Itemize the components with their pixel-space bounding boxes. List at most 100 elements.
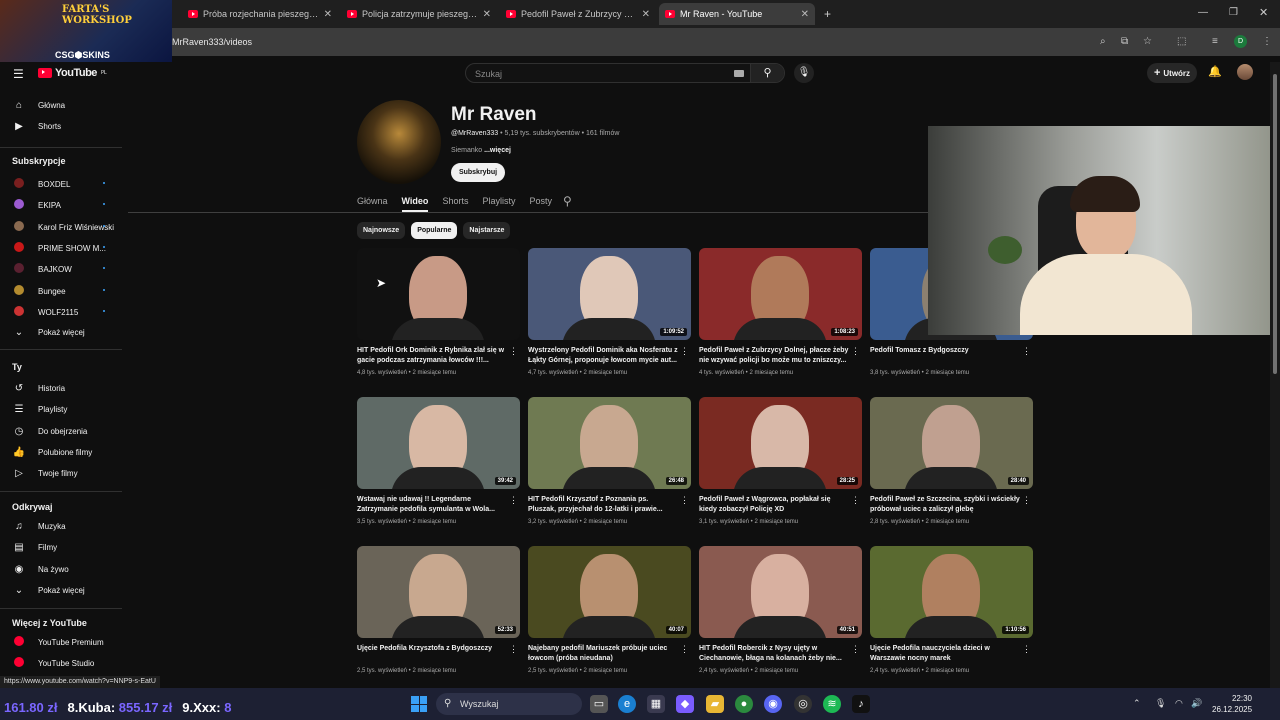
voice-search-icon[interactable]: 🎙 <box>794 63 814 83</box>
more-actions-icon[interactable]: ⋮ <box>851 644 860 655</box>
sidebar-item[interactable]: ▶ Shorts <box>12 121 61 132</box>
copilot-icon[interactable]: ◆ <box>676 695 694 713</box>
more-actions-icon[interactable]: ⋮ <box>851 495 860 506</box>
sidebar-item[interactable]: ☰ Playlisty <box>12 404 68 415</box>
video-thumbnail[interactable]: 39:42 <box>357 397 520 489</box>
install-icon[interactable]: ⧉ <box>1121 36 1128 47</box>
browser-tab[interactable]: Policja zatrzymuje pieszego na ✕ <box>341 3 497 25</box>
video-title[interactable]: Pedofil Paweł ze Szczecina, szybki i wśc… <box>870 495 1020 515</box>
sidebar-item[interactable]: ↺ Historia <box>12 383 65 394</box>
wifi-icon[interactable]: ◠ <box>1175 698 1183 709</box>
sidebar-item[interactable]: YouTube Studio <box>12 657 94 670</box>
sidebar-heading-subscriptions[interactable]: Subskrypcje <box>12 156 66 166</box>
reading-list-icon[interactable]: ≡ <box>1212 36 1218 47</box>
sidebar-item[interactable]: BAJKOW <box>12 263 72 276</box>
more-actions-icon[interactable]: ⋮ <box>680 346 689 357</box>
video-title[interactable]: Ujęcie Pedofila nauczyciela dzieci w War… <box>870 644 1020 664</box>
sort-chip[interactable]: Popularne <box>411 222 458 239</box>
browser-tab[interactable]: Pedofil Paweł z Zubrzycy Dolnej ✕ <box>500 3 656 25</box>
sort-chip[interactable]: Najnowsze <box>357 222 406 239</box>
channel-search-icon[interactable]: ⚲ <box>563 194 572 208</box>
video-thumbnail[interactable]: 28:25 <box>699 397 862 489</box>
chrome-icon[interactable]: ● <box>735 695 753 713</box>
video-title[interactable]: Ujęcie Pedofila Krzysztofa z Bydgoszczy <box>357 644 507 654</box>
obs-icon[interactable]: ◎ <box>794 695 812 713</box>
page-scrollbar[interactable] <box>1270 62 1280 688</box>
video-thumbnail[interactable]: 28:40 <box>870 397 1033 489</box>
search-button[interactable]: ⚲ <box>750 64 784 82</box>
sort-chip[interactable]: Najstarsze <box>463 222 511 239</box>
file-explorer-icon[interactable]: ▰ <box>706 695 724 713</box>
more-actions-icon[interactable]: ⋮ <box>680 644 689 655</box>
zoom-icon[interactable]: ⌕ <box>1100 36 1106 47</box>
more-actions-icon[interactable]: ⋮ <box>680 495 689 506</box>
sidebar-item[interactable]: ♫ Muzyka <box>12 521 65 532</box>
tab-close-icon[interactable]: ✕ <box>801 9 809 20</box>
sidebar-item[interactable]: ▷ Twoje filmy <box>12 468 77 479</box>
channel-description[interactable]: Siemanko ...więcej <box>451 147 511 154</box>
close-window-button[interactable]: ✕ <box>1259 6 1268 19</box>
video-thumbnail[interactable] <box>357 248 520 340</box>
address-bar[interactable]: MrRaven333/videos <box>0 28 1280 56</box>
create-button[interactable]: + Utwórz <box>1147 63 1197 83</box>
browser-menu-icon[interactable]: ⋮ <box>1262 36 1272 47</box>
sidebar-heading-you[interactable]: Ty <box>12 362 22 372</box>
tab-close-icon[interactable]: ✕ <box>483 9 491 20</box>
video-title[interactable]: Najebany pedofil Mariuszek próbuje uciec… <box>528 644 678 664</box>
channel-avatar[interactable] <box>357 100 441 184</box>
sidebar-item[interactable]: WOLF2115 <box>12 305 78 319</box>
windows-start-icon[interactable] <box>411 696 427 712</box>
search-box[interactable]: Szukaj ⚲ <box>465 63 785 83</box>
url-text[interactable]: MrRaven333/videos <box>172 37 252 47</box>
video-thumbnail[interactable]: 1:09:52 <box>528 248 691 340</box>
tiktok-icon[interactable]: ♪ <box>852 695 870 713</box>
sidebar-item[interactable]: Bungee <box>12 284 66 298</box>
video-title[interactable]: Pedofil Tomasz z Bydgoszczy <box>870 346 1020 356</box>
more-actions-icon[interactable]: ⋮ <box>509 644 518 655</box>
more-actions-icon[interactable]: ⋮ <box>1022 495 1031 506</box>
channel-tab[interactable]: Playlisty <box>482 196 515 212</box>
channel-tab[interactable]: Posty <box>529 196 552 212</box>
youtube-logo[interactable]: YouTube PL <box>38 67 107 79</box>
sidebar-item[interactable]: 👍 Polubione filmy <box>12 447 92 458</box>
channel-tab[interactable]: Wideo <box>401 196 429 212</box>
browser-tab[interactable]: Próba rozjechania pieszego (Ba ✕ <box>182 3 338 25</box>
store-icon[interactable]: ▦ <box>647 695 665 713</box>
channel-tab[interactable]: Główna <box>357 196 388 212</box>
more-actions-icon[interactable]: ⋮ <box>509 495 518 506</box>
channel-tab[interactable]: Shorts <box>442 196 468 212</box>
sidebar-item[interactable]: YouTube Premium <box>12 636 104 649</box>
discord-icon[interactable]: ◉ <box>764 695 782 713</box>
sidebar-item[interactable]: ◉ Na żywo <box>12 564 69 575</box>
tray-chevron-icon[interactable]: ⌃ <box>1133 698 1141 709</box>
search-input[interactable]: Szukaj <box>475 69 502 79</box>
maximize-button[interactable]: ❐ <box>1229 7 1238 18</box>
video-thumbnail[interactable]: 40:07 <box>528 546 691 638</box>
keyboard-icon[interactable] <box>734 70 744 77</box>
sidebar-item[interactable]: ⌄ Pokaż więcej <box>12 327 85 338</box>
bookmark-star-icon[interactable]: ☆ <box>1143 36 1152 47</box>
video-title[interactable]: HIT Pedofil Ork Dominik z Rybnika zlał s… <box>357 346 507 366</box>
video-title[interactable]: Pedofil Paweł z Wągrowca, popłakał się k… <box>699 495 849 515</box>
desc-more-link[interactable]: ...więcej <box>484 147 511 154</box>
sidebar-item[interactable]: ⌂ Główna <box>12 100 65 111</box>
account-avatar[interactable] <box>1237 64 1253 80</box>
video-title[interactable]: Pedofil Paweł z Zubrzycy Dolnej, płacze … <box>699 346 849 366</box>
menu-icon[interactable]: ☰ <box>13 67 24 81</box>
video-title[interactable]: HIT Pedofil Krzysztof z Poznania ps. Plu… <box>528 495 678 515</box>
more-actions-icon[interactable]: ⋮ <box>1022 346 1031 357</box>
subscribe-button[interactable]: Subskrybuj <box>451 163 505 182</box>
more-actions-icon[interactable]: ⋮ <box>509 346 518 357</box>
video-thumbnail[interactable]: 1:10:56 <box>870 546 1033 638</box>
video-thumbnail[interactable]: 1:08:23 <box>699 248 862 340</box>
minimize-button[interactable]: — <box>1198 7 1208 18</box>
sidebar-item[interactable]: ▤ Filmy <box>12 542 57 553</box>
video-thumbnail[interactable]: 40:51 <box>699 546 862 638</box>
spotify-icon[interactable]: ≋ <box>823 695 841 713</box>
task-view-icon[interactable]: ▭ <box>590 695 608 713</box>
edge-icon[interactable]: e <box>618 695 636 713</box>
sidebar-item[interactable]: BOXDEL <box>12 178 70 191</box>
more-actions-icon[interactable]: ⋮ <box>851 346 860 357</box>
video-title[interactable]: Wstawaj nie udawaj !! Legendarne Zatrzym… <box>357 495 507 515</box>
sidebar-item[interactable]: Karol Friz Wiśniewski <box>12 220 114 234</box>
